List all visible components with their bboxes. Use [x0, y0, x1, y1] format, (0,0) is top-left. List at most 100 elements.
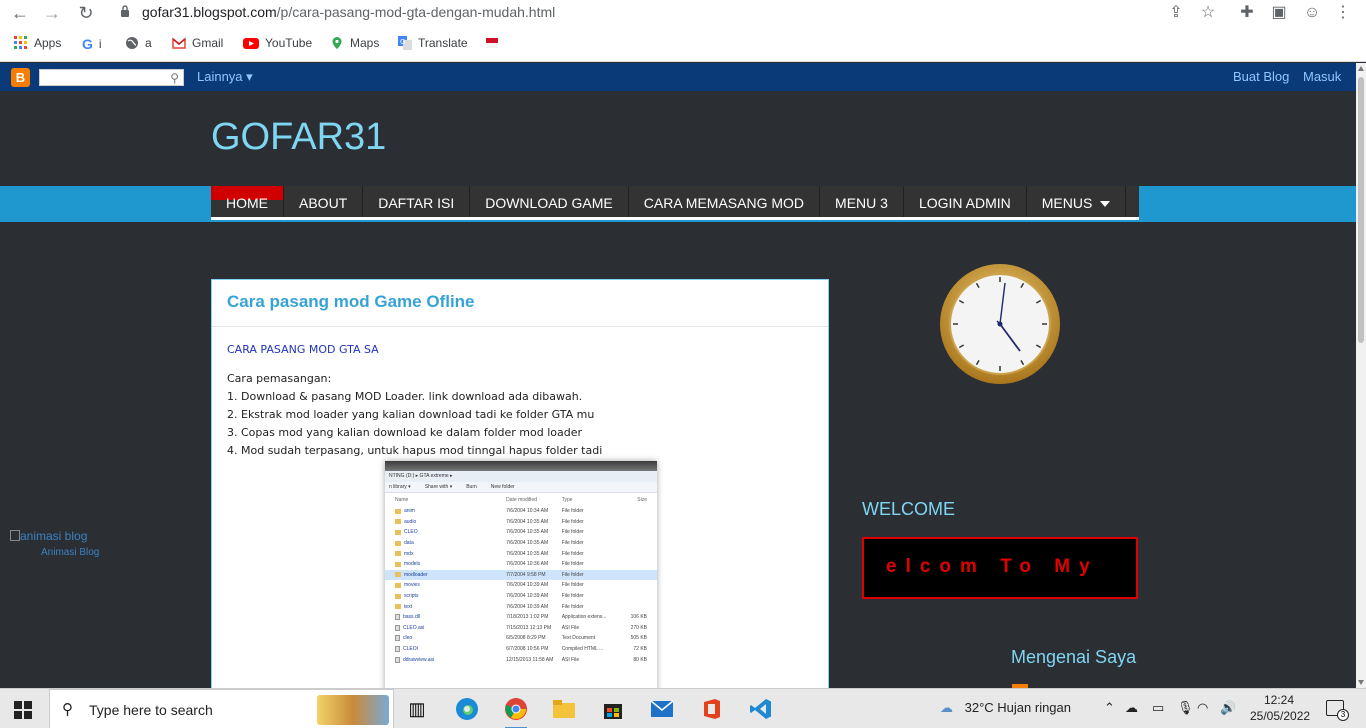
main-menu: HOME ABOUT DAFTAR ISI DOWNLOAD GAME CARA… — [211, 186, 1139, 220]
explorer-row: scripts 7/6/2004 10:39 AM File folder — [385, 591, 657, 602]
notification-count: 3 — [1337, 709, 1349, 721]
indonesia-flag-icon — [486, 38, 498, 48]
scroll-up-arrow-icon[interactable] — [1358, 66, 1364, 71]
bookmark-gmail[interactable]: Gmail — [172, 36, 223, 50]
menu-kebab-icon[interactable]: ⋮ — [1333, 3, 1353, 23]
folder-icon — [395, 540, 401, 546]
microphone-icon[interactable]: 🎙 — [1177, 700, 1194, 716]
translate-icon: G — [398, 36, 412, 50]
folder-icon — [395, 561, 401, 567]
store-icon[interactable] — [598, 695, 628, 723]
step-item: 3. Copas mod yang kalian download ke dal… — [227, 426, 583, 439]
google-icon: G — [82, 36, 93, 52]
menu-item-menus[interactable]: MENUS — [1027, 186, 1127, 217]
folder-icon — [395, 508, 401, 514]
scroll-down-arrow-icon[interactable] — [1358, 680, 1364, 685]
file-explorer-icon[interactable] — [549, 695, 579, 723]
youtube-icon — [243, 38, 259, 49]
menu-item-daftar-isi[interactable]: DAFTAR ISI — [363, 186, 471, 217]
network-icon[interactable]: ☁ — [1125, 700, 1138, 716]
star-icon[interactable]: ☆ — [1198, 3, 1218, 23]
file-icon — [395, 646, 400, 653]
back-arrow-icon[interactable]: ← — [10, 3, 30, 23]
forward-arrow-icon[interactable]: → — [42, 3, 62, 23]
weather-widget[interactable]: ☁ 32°C Hujan ringan — [940, 700, 1071, 716]
task-view-icon[interactable]: ▥ — [402, 695, 432, 723]
blog-title[interactable]: GOFAR31 — [211, 116, 386, 159]
bookmark-google[interactable]: G i — [82, 36, 102, 52]
marquee-text: elcom To My — [886, 556, 1099, 577]
notification-icon[interactable]: 3 — [1326, 700, 1349, 721]
sidepanel-icon[interactable]: ▣ — [1269, 3, 1289, 23]
caret-down-icon — [1100, 201, 1111, 208]
post-title[interactable]: Cara pasang mod Game Ofline — [227, 292, 475, 312]
bookmarks-bar: Apps G i a Gmail YouTube Maps G Translat… — [0, 26, 1366, 62]
bookmark-flag[interactable] — [485, 36, 499, 50]
mail-icon[interactable] — [647, 695, 677, 723]
profile-avatar-icon[interactable]: ☺ — [1302, 3, 1322, 23]
menu-item-login-admin[interactable]: LOGIN ADMIN — [904, 186, 1027, 217]
menu-item-cara-memasang-mod[interactable]: CARA MEMASANG MOD — [629, 186, 821, 217]
search-icon: ⚲ — [62, 701, 73, 718]
folder-icon — [395, 551, 401, 557]
folder-icon — [395, 572, 401, 578]
explorer-row: ddrawview.asi 12/15/2013 11:58 AM ASI File… — [385, 654, 657, 665]
menu-item-about[interactable]: ABOUT — [284, 186, 364, 217]
tray-chevron-up-icon[interactable]: ⌃ — [1104, 700, 1115, 716]
vscode-icon[interactable] — [746, 695, 776, 723]
menu-item-home[interactable]: HOME — [211, 186, 284, 217]
step-item: 1. Download & pasang MOD Loader. link do… — [227, 390, 583, 403]
globe-icon — [126, 37, 138, 49]
extensions-icon[interactable]: ✚ — [1237, 3, 1257, 23]
welcome-marquee: elcom To My — [862, 537, 1138, 599]
windows-taskbar: ⚲ Type here to search ▥ ☁ 32°C Hujan rin… — [0, 688, 1366, 728]
bookmark-globe[interactable]: a — [125, 36, 152, 50]
explorer-row: bass.dll 7/18/2013 1:02 PM Application ext… — [385, 612, 657, 623]
search-highlight-image[interactable] — [317, 695, 389, 725]
share-icon[interactable]: ⇪ — [1166, 3, 1186, 23]
animasi-image-alt[interactable]: animasi blog — [10, 529, 87, 543]
wifi-icon[interactable]: ◠ — [1197, 700, 1208, 716]
bookmark-youtube[interactable]: YouTube — [243, 36, 312, 50]
page-scrollbar[interactable] — [1356, 63, 1366, 688]
edge-icon[interactable] — [452, 695, 482, 723]
explorer-row: anim 7/6/2004 10:34 AM File folder — [385, 506, 657, 517]
step-item: 4. Mod sudah terpasang, untuk hapus mod … — [227, 444, 603, 457]
blogger-logo-icon[interactable]: B — [11, 68, 30, 87]
create-blog-link[interactable]: Buat Blog — [1233, 69, 1289, 84]
explorer-row: audio 7/6/2004 10:35 AM File folder — [385, 517, 657, 528]
folder-icon — [395, 519, 401, 525]
bookmark-translate[interactable]: G Translate — [398, 36, 468, 50]
office-icon[interactable] — [697, 695, 727, 723]
explorer-row: cleo 6/5/2008 8:29 PM Text Document 505 KB — [385, 633, 657, 644]
explorer-row: modloader 7/7/2004 9:58 PM File folder — [385, 569, 657, 581]
reload-icon[interactable]: ↻ — [76, 3, 96, 23]
explorer-screenshot: NTING (D:) ▸ GTA extreme ▸ n library ▾ S… — [385, 461, 657, 701]
screenshot-breadcrumb: NTING (D:) ▸ GTA extreme ▸ — [385, 471, 657, 482]
post-body: Cara pemasangan: 1. Download & pasang MO… — [227, 370, 602, 460]
sign-in-link[interactable]: Masuk — [1303, 69, 1341, 84]
url-field[interactable]: gofar31.blogspot.com/p/cara-pasang-mod-g… — [142, 4, 555, 20]
blogger-search-input[interactable]: ⚲ — [39, 69, 184, 86]
url-path: /p/cara-pasang-mod-gta-dengan-mudah.html — [276, 4, 556, 20]
scroll-thumb[interactable] — [1358, 77, 1364, 343]
tablet-icon[interactable]: ▭ — [1152, 700, 1164, 716]
gmail-icon — [172, 37, 186, 49]
windows-start-icon[interactable] — [14, 701, 32, 719]
taskbar-search-box[interactable]: ⚲ Type here to search — [49, 689, 394, 728]
more-menu[interactable]: Lainnya ▾ — [197, 69, 253, 85]
bookmark-maps[interactable]: Maps — [330, 36, 379, 50]
taskbar-clock[interactable]: 12:24 25/05/2022 — [1250, 692, 1310, 724]
menu-item-menu-3[interactable]: MENU 3 — [820, 186, 904, 217]
screenshot-toolbar: n library ▾ Share with ▾ Burn New folder — [385, 482, 657, 493]
animasi-caption[interactable]: Animasi Blog — [41, 547, 99, 558]
post-card: Cara pasang mod Game Ofline CARA PASANG … — [211, 279, 829, 701]
bookmark-apps[interactable]: Apps — [14, 36, 61, 50]
menu-item-download-game[interactable]: DOWNLOAD GAME — [470, 186, 629, 217]
search-icon[interactable]: ⚲ — [170, 71, 179, 85]
lock-icon[interactable] — [120, 5, 130, 17]
folder-icon — [395, 593, 401, 599]
chrome-icon[interactable] — [501, 695, 531, 728]
title-divider — [212, 326, 828, 327]
volume-icon[interactable]: 🔊 — [1220, 700, 1236, 716]
